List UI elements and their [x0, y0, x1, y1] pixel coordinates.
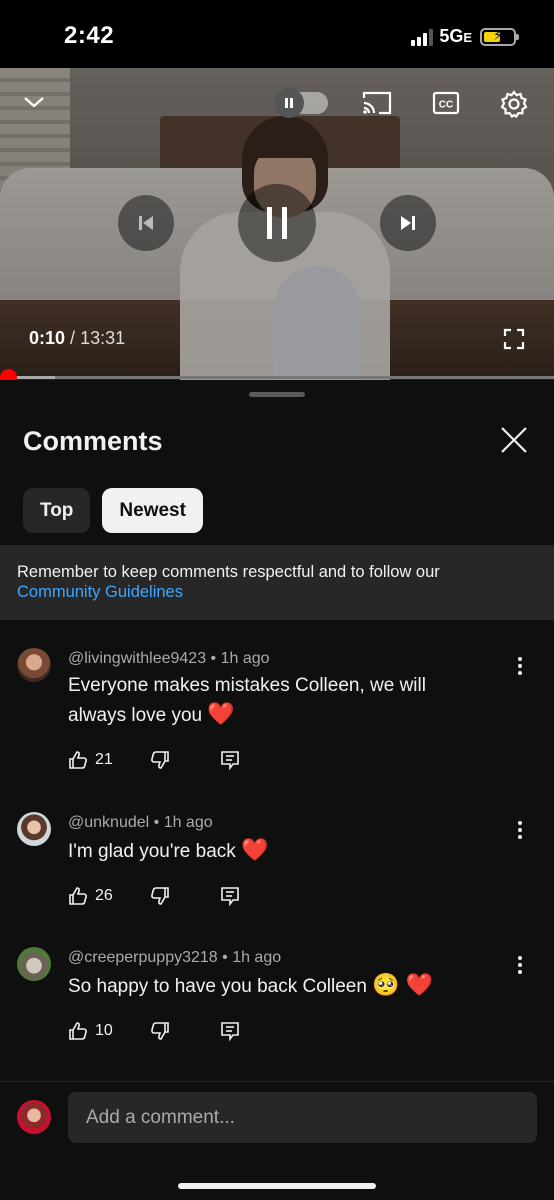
captions-button[interactable]: CC	[432, 90, 460, 116]
comment-actions: 26	[68, 884, 239, 908]
settings-button[interactable]	[498, 88, 530, 120]
like-button[interactable]: 26	[68, 886, 113, 906]
heart-emoji: ❤️	[241, 837, 269, 862]
comment-text: I'm glad you're back ❤️	[68, 837, 269, 862]
current-time: 0:10	[29, 328, 66, 348]
comment-meta: @unknudel • 1h ago	[68, 814, 213, 831]
avatar[interactable]	[17, 648, 51, 682]
signal-icon	[411, 28, 434, 46]
like-count: 10	[95, 1022, 113, 1039]
comment-author[interactable]: @livingwithlee9423	[68, 650, 206, 667]
captions-icon: CC	[432, 91, 460, 115]
reply-icon	[221, 1022, 239, 1041]
reply-button[interactable]	[220, 1021, 240, 1041]
close-button[interactable]	[496, 422, 532, 458]
emoji-group: 🥺 ❤️	[372, 972, 434, 997]
comment-time: 1h ago	[232, 949, 282, 966]
previous-icon	[139, 216, 153, 230]
reply-button[interactable]	[220, 750, 240, 770]
thumbs-down-icon	[151, 1022, 169, 1040]
dislike-button[interactable]	[150, 750, 170, 770]
comment-composer	[0, 1081, 554, 1200]
sort-chips: Top Newest	[23, 488, 203, 533]
more-options-button[interactable]	[508, 818, 532, 842]
avatar[interactable]	[17, 812, 51, 846]
like-count: 26	[95, 887, 113, 904]
close-icon	[501, 427, 527, 453]
time-separator: /	[70, 328, 76, 348]
network-label: 5GE	[439, 26, 472, 46]
comment-meta: @creeperpuppy3218 • 1h ago	[68, 949, 282, 966]
chevron-down-icon	[24, 97, 44, 108]
notice-text: Remember to keep comments respectful and…	[17, 563, 440, 581]
comment-time: 1h ago	[220, 650, 270, 667]
comment-text: So happy to have you back Colleen 🥺 ❤️	[68, 972, 434, 997]
autoplay-toggle[interactable]	[274, 88, 328, 118]
thumbs-down-icon	[151, 887, 169, 905]
fullscreen-icon	[503, 328, 525, 350]
chip-newest[interactable]: Newest	[102, 488, 203, 533]
reply-icon	[221, 887, 239, 906]
guidelines-notice: Remember to keep comments respectful and…	[0, 545, 554, 620]
time-readout: 0:10 / 13:31	[29, 328, 125, 349]
status-indicators: 5GE ⚡	[411, 26, 519, 47]
thumbs-down-icon	[151, 751, 169, 769]
cast-button[interactable]	[360, 88, 394, 118]
comment-actions: 10	[68, 1019, 239, 1043]
dislike-button[interactable]	[150, 1021, 170, 1041]
comment-text: Everyone makes mistakes Colleen, we will…	[68, 675, 426, 726]
heart-emoji: ❤️	[207, 701, 235, 726]
comment-item: @creeperpuppy3218 • 1h ago So happy to h…	[0, 937, 554, 1047]
comment-actions: 21	[68, 748, 239, 772]
like-button[interactable]: 10	[68, 1021, 113, 1041]
next-icon	[401, 216, 415, 230]
like-button[interactable]: 21	[68, 750, 113, 770]
drag-handle[interactable]	[249, 392, 305, 397]
reply-icon	[221, 751, 239, 770]
comment-author[interactable]: @unknudel	[68, 814, 149, 831]
sheet-title: Comments	[23, 426, 163, 456]
avatar[interactable]	[17, 947, 51, 981]
user-avatar	[17, 1100, 51, 1134]
duration: 13:31	[80, 328, 126, 348]
comment-meta: @livingwithlee9423 • 1h ago	[68, 650, 270, 667]
comments-sheet: Comments Top Newest Remember to keep com…	[0, 380, 554, 1200]
thumbs-up-icon	[69, 1022, 87, 1040]
svg-text:CC: CC	[439, 100, 453, 111]
status-time: 2:42	[64, 22, 115, 49]
pause-icon	[267, 207, 287, 239]
video-player[interactable]: CC 0:10 / 13:31	[0, 68, 554, 380]
fullscreen-button[interactable]	[502, 327, 526, 351]
thumbs-up-icon	[69, 751, 87, 769]
comment-author[interactable]: @creeperpuppy3218	[68, 949, 218, 966]
autoplay-pause-icon	[274, 88, 304, 118]
community-guidelines-link[interactable]: Community Guidelines	[17, 582, 537, 602]
cast-icon	[362, 91, 392, 115]
battery-icon: ⚡	[480, 27, 519, 46]
status-bar: 2:42 5GE ⚡	[0, 0, 554, 68]
reply-button[interactable]	[220, 886, 240, 906]
previous-button[interactable]	[118, 195, 174, 251]
next-button[interactable]	[380, 195, 436, 251]
comment-item: @livingwithlee9423 • 1h ago Everyone mak…	[0, 638, 554, 770]
like-count: 21	[95, 751, 113, 768]
play-pause-button[interactable]	[238, 184, 316, 262]
home-indicator[interactable]	[178, 1183, 376, 1189]
progress-bar[interactable]	[0, 369, 554, 386]
minimize-button[interactable]	[18, 86, 50, 118]
more-options-button[interactable]	[508, 654, 532, 678]
add-comment-input[interactable]	[68, 1092, 537, 1143]
comment-time: 1h ago	[163, 814, 213, 831]
comment-item: @unknudel • 1h ago I'm glad you're back …	[0, 802, 554, 912]
settings-gear-icon	[500, 90, 528, 119]
more-options-button[interactable]	[508, 953, 532, 977]
dislike-button[interactable]	[150, 886, 170, 906]
thumbs-up-icon	[69, 887, 87, 905]
chip-top[interactable]: Top	[23, 488, 91, 533]
